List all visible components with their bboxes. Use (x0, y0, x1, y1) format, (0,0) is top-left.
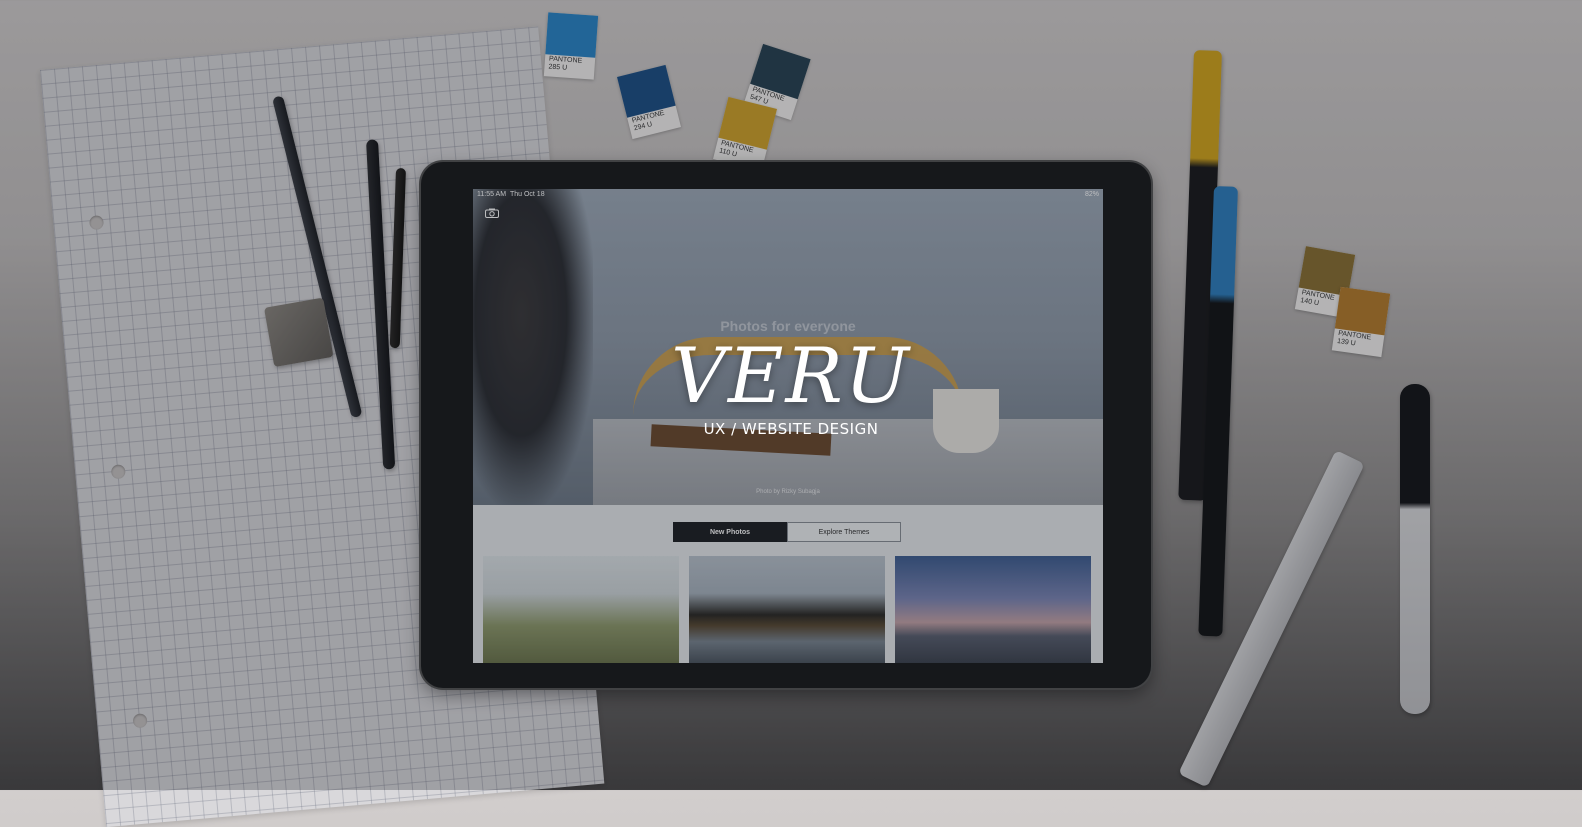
swatch-label: PANTONE 285 U (548, 55, 583, 72)
brand-title: VERU (671, 331, 911, 420)
tab-explore-themes[interactable]: Explore Themes (787, 522, 901, 542)
brand-subtitle: UX / WEBSITE DESIGN (703, 420, 879, 438)
status-bar: 11:55 AM Thu Oct 18 82% (477, 191, 1099, 198)
status-date: Thu Oct 18 (509, 191, 545, 198)
photo-credit[interactable]: Photo by Rizky Subagja (473, 489, 1103, 495)
photo-tabs: New Photos Explore Themes (673, 522, 901, 542)
photo-thumbnail[interactable] (895, 556, 1091, 663)
tab-new-photos[interactable]: New Photos (673, 522, 787, 542)
swatch-color (1334, 286, 1391, 336)
desk-scene: PANTONE 285 U PANTONE 294 U PANTONE 547 … (0, 0, 1582, 827)
status-time: 11:55 AM (477, 191, 507, 198)
pantone-swatch: PANTONE 294 U (617, 64, 681, 140)
pantone-swatch: PANTONE 110 U (713, 96, 777, 172)
photo-thumbnail[interactable] (689, 556, 885, 663)
photo-thumbnail[interactable] (483, 556, 679, 663)
paper-hole (88, 215, 105, 231)
camera-icon[interactable] (485, 208, 499, 218)
paper-hole (110, 464, 126, 480)
pantone-swatch: PANTONE 285 U (543, 12, 599, 80)
paper-hole (132, 713, 148, 729)
swatch-color (545, 12, 599, 58)
status-left: 11:55 AM Thu Oct 18 (477, 191, 545, 198)
status-battery: 82% (1084, 191, 1099, 198)
brand-block: VERU UX / WEBSITE DESIGN (0, 331, 1582, 439)
